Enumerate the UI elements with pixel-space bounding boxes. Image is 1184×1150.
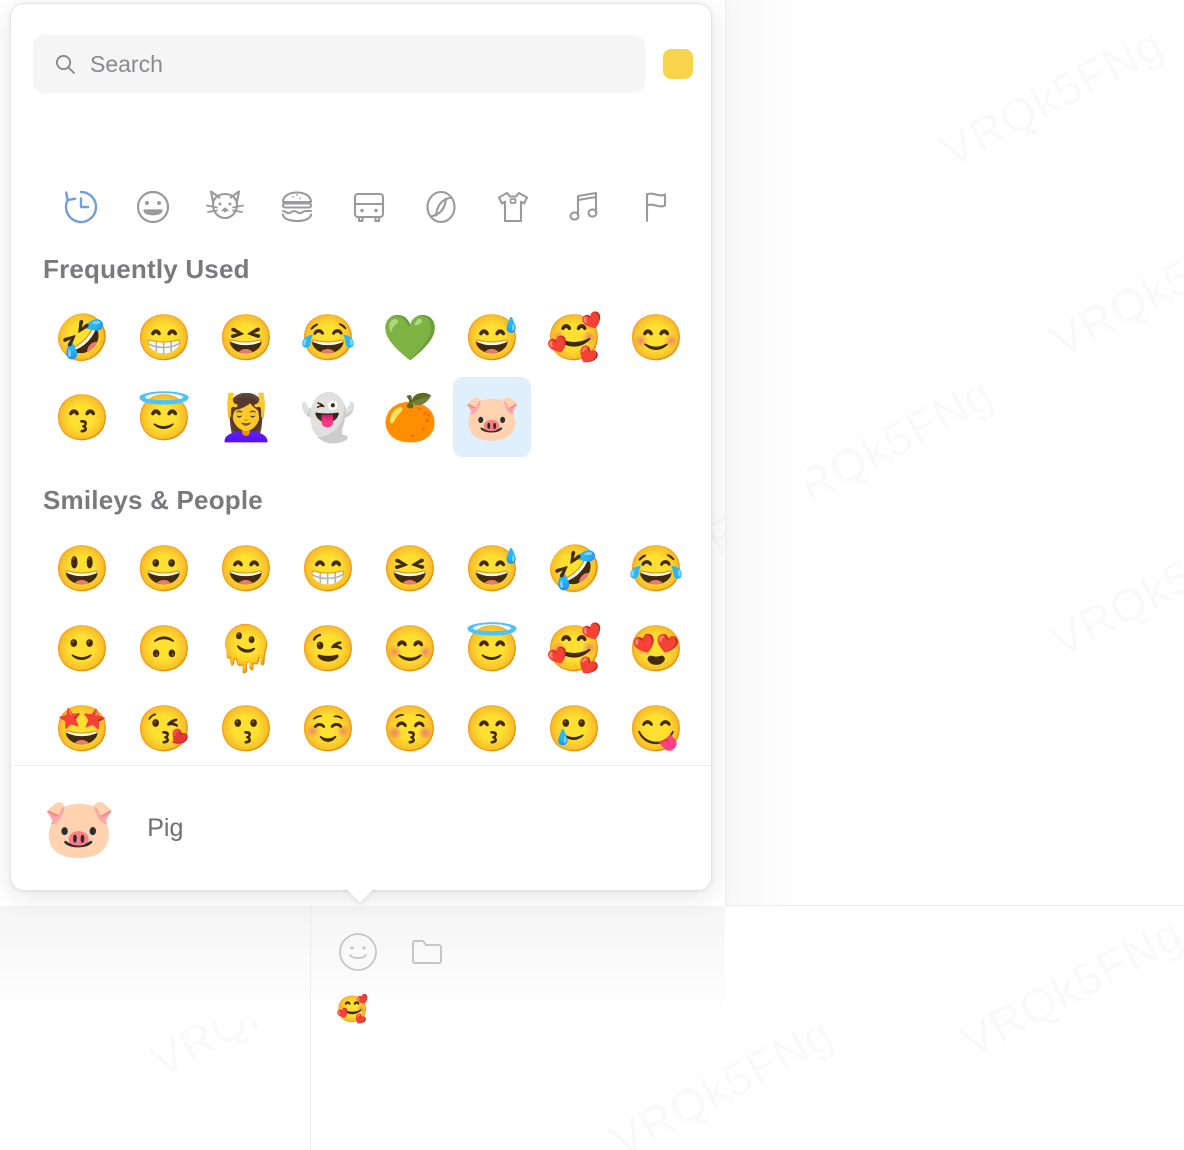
emoji-cell[interactable]: 😁: [125, 297, 203, 377]
emoji-cell[interactable]: 🤣: [43, 297, 121, 377]
preview-label: Pig: [147, 814, 184, 842]
hamburger-icon: [281, 191, 313, 223]
emoji-picker-popover: Search Frequently Used 🤣 😁 😆 😂 💚 😅 🥰 😊 😙…: [10, 3, 712, 891]
emoji-cell[interactable]: 😊: [617, 297, 695, 377]
emoji-cell[interactable]: 🐷: [453, 377, 531, 457]
emoji-cell[interactable]: 😅: [453, 297, 531, 377]
emoji-cell[interactable]: 💚: [371, 297, 449, 377]
compose-attach-button[interactable]: [406, 930, 450, 974]
emoji-cell[interactable]: 😆: [371, 528, 449, 608]
watermark-text: VRQk5FNg: [932, 16, 1172, 178]
emoji-grid: 😃 😀 😄 😁 😆 😅 🤣 😂 🙂 🙃 🫠 😉 😊 😇 🥰 😍 🤩 😘 😗 ☺️ 😚 😙 🥲 😋: [12, 528, 711, 764]
emoji-cell[interactable]: 🥲: [535, 688, 613, 764]
watermark-text: VRQk5FNg: [1042, 206, 1184, 368]
screen-root: VRQk5FNg VRQk5FNg VRQk5FNg VRQk5FNg VRQk5FNg…: [0, 0, 1184, 1150]
watermark-text: VRQk5FNg: [1042, 506, 1184, 668]
category-tab-animals[interactable]: [189, 176, 261, 238]
folder-icon: [412, 940, 442, 964]
emoji-cell[interactable]: 😂: [289, 297, 367, 377]
skin-tone-button[interactable]: [663, 49, 693, 79]
app-panel-edge: [725, 0, 726, 906]
emoji-sections: Frequently Used 🤣 😁 😆 😂 💚 😅 🥰 😊 😙 😇 💆‍♀️ 👻 🍊 🐷 Smileys …: [12, 254, 711, 764]
emoji-preview-bar: 🐷 Pig: [12, 765, 711, 890]
emoji-cell[interactable]: 💆‍♀️: [207, 377, 285, 457]
emoji-cell[interactable]: 😍: [617, 608, 695, 688]
ball-icon: [426, 190, 456, 224]
music-note-icon: [569, 191, 598, 221]
watermark-text: VRQk5FNg: [952, 906, 1184, 1068]
emoji-cell[interactable]: 😇: [453, 608, 531, 688]
emoji-cell[interactable]: 🤩: [43, 688, 121, 764]
category-tab-food[interactable]: [261, 176, 333, 238]
emoji-cell[interactable]: 😘: [125, 688, 203, 764]
emoji-cell[interactable]: 🫠: [207, 608, 285, 688]
emoji-cell[interactable]: ☺️: [289, 688, 367, 764]
emoji-cell[interactable]: 😄: [207, 528, 285, 608]
emoji-cell[interactable]: 🙃: [125, 608, 203, 688]
app-horizontal-divider: [725, 905, 1184, 906]
emoji-cell[interactable]: 😇: [125, 377, 203, 457]
emoji-cell[interactable]: 🥰: [535, 297, 613, 377]
preview-emoji: 🐷: [43, 795, 116, 861]
emoji-cell[interactable]: 😁: [289, 528, 367, 608]
emoji-cell[interactable]: 🙂: [43, 608, 121, 688]
popover-tail: [342, 889, 376, 908]
emoji-cell[interactable]: 🤣: [535, 528, 613, 608]
search-icon: [55, 54, 75, 74]
compose-message-text[interactable]: 🥰: [336, 996, 368, 1022]
emoji-cell[interactable]: 😅: [453, 528, 531, 608]
category-tabs: [45, 176, 693, 238]
emoji-cell[interactable]: 🥰: [535, 608, 613, 688]
emoji-cell[interactable]: 😚: [371, 688, 449, 764]
smiley-face-icon: [339, 933, 377, 971]
emoji-cell[interactable]: 😃: [43, 528, 121, 608]
emoji-cell[interactable]: 😗: [207, 688, 285, 764]
emoji-cell[interactable]: 😉: [289, 608, 367, 688]
search-input[interactable]: Search: [33, 35, 645, 93]
emoji-cell[interactable]: 😊: [371, 608, 449, 688]
category-tab-travel[interactable]: [333, 176, 405, 238]
category-tab-flags[interactable]: [621, 176, 693, 238]
category-tab-objects[interactable]: [477, 176, 549, 238]
section-title: Frequently Used: [43, 254, 250, 284]
emoji-cell[interactable]: 😋: [617, 688, 695, 764]
category-tab-symbols[interactable]: [549, 176, 621, 238]
category-tab-recent[interactable]: [45, 176, 117, 238]
clock-history-icon: [64, 190, 98, 224]
emoji-cell[interactable]: 😙: [453, 688, 531, 764]
section-title: Smileys & People: [43, 485, 263, 515]
compose-emoji-button[interactable]: [336, 930, 380, 974]
emoji-cell[interactable]: 😆: [207, 297, 285, 377]
cat-face-icon: [206, 190, 244, 220]
bus-icon: [353, 192, 385, 223]
emoji-grid: 🤣 😁 😆 😂 💚 😅 🥰 😊 😙 😇 💆‍♀️ 👻 🍊 🐷: [12, 297, 711, 457]
category-tab-smileys[interactable]: [117, 176, 189, 238]
emoji-cell[interactable]: 😂: [617, 528, 695, 608]
emoji-cell[interactable]: 👻: [289, 377, 367, 457]
emoji-scroll-area[interactable]: Frequently Used 🤣 😁 😆 😂 💚 😅 🥰 😊 😙 😇 💆‍♀️ 👻 🍊 🐷 Smileys …: [12, 254, 711, 764]
search-placeholder-text: Search: [90, 50, 163, 77]
app-vertical-divider: [310, 905, 311, 1150]
category-tab-activities[interactable]: [405, 176, 477, 238]
emoji-cell[interactable]: 😙: [43, 377, 121, 457]
watermark-text: VRQk5FNg: [602, 1006, 842, 1150]
emoji-cell[interactable]: 😀: [125, 528, 203, 608]
compose-toolbar: [336, 930, 450, 974]
flag-icon: [645, 192, 667, 223]
search-row: Search: [33, 34, 693, 94]
smiley-face-icon: [136, 190, 170, 224]
app-background-shade: [726, 0, 806, 906]
tshirt-icon: [497, 191, 529, 223]
emoji-cell[interactable]: 🍊: [371, 377, 449, 457]
